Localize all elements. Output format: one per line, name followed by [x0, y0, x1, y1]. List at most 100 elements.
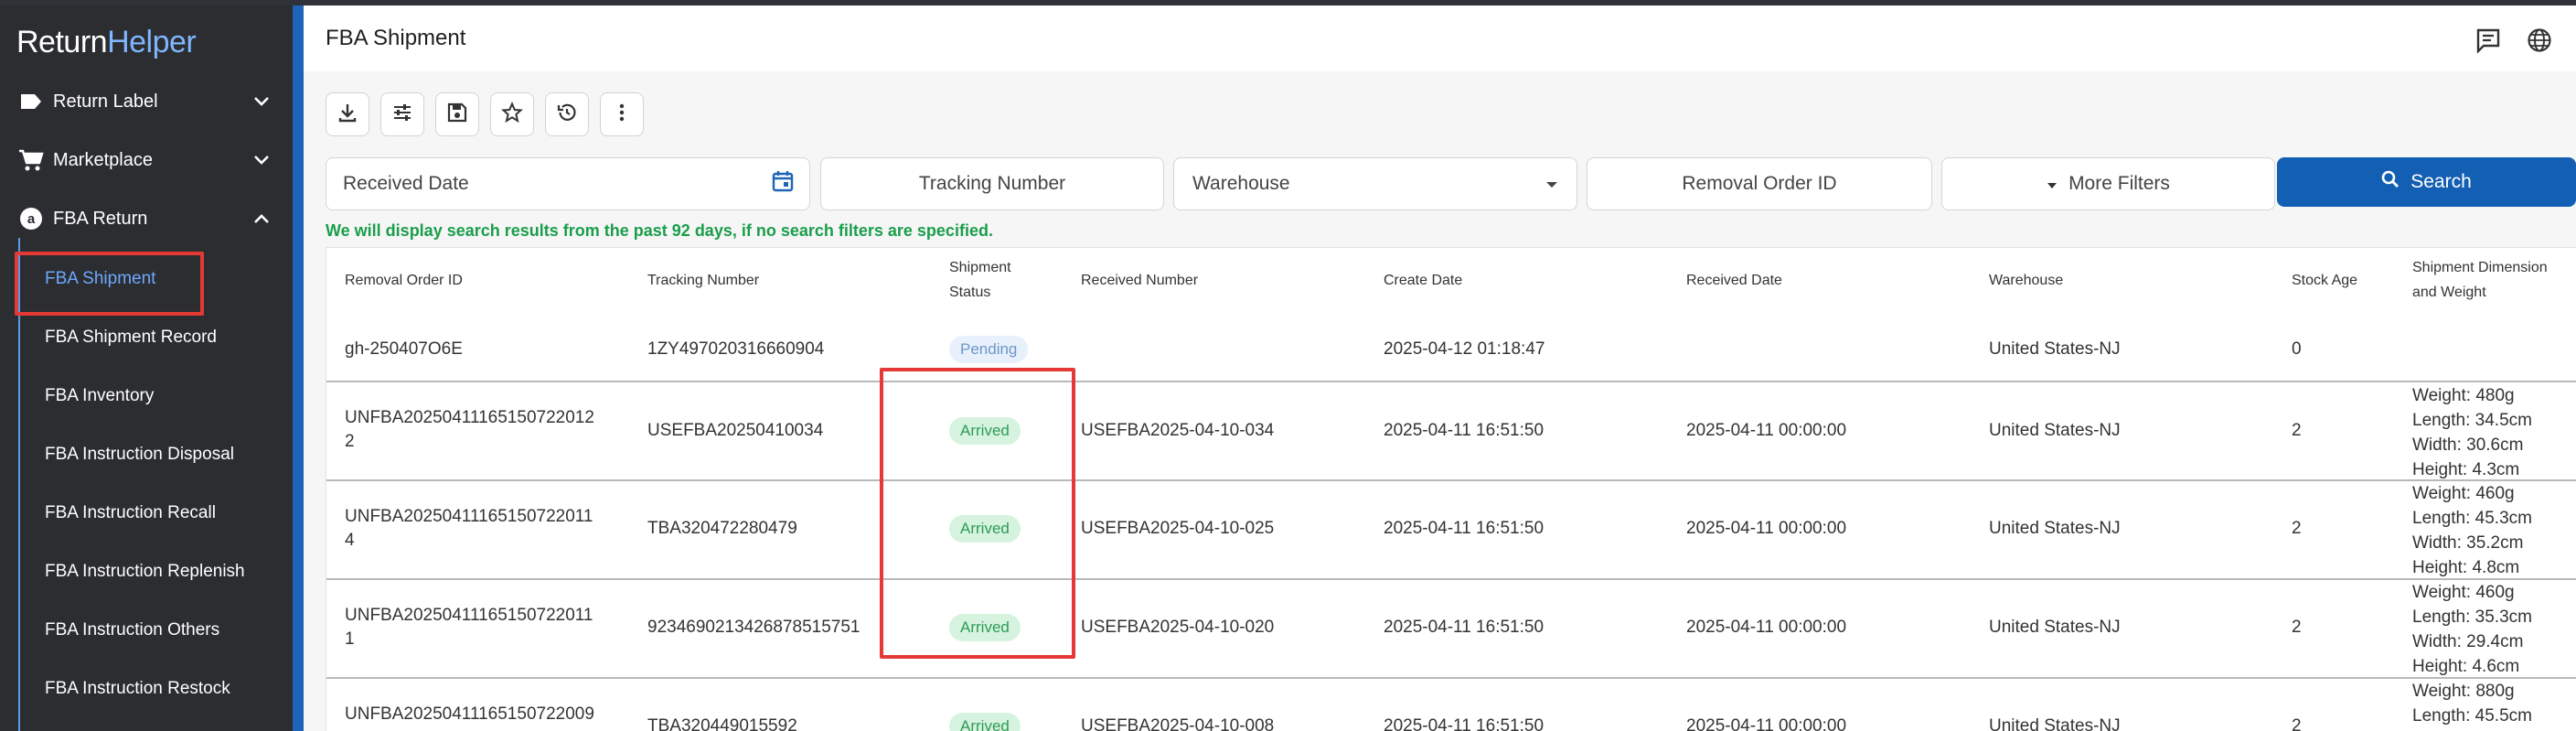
caret-down-icon — [1545, 173, 1558, 195]
sidebar-item-label: FBA Shipment Record — [45, 328, 217, 347]
cell-tracking-number[interactable]: 1ZY497020316660904 — [647, 338, 824, 361]
cell-removal-order-id[interactable]: UNFBA20250411165150722012 — [345, 406, 594, 430]
cell-removal-order-id-wrap: 2 — [345, 432, 355, 451]
sidebar-item-fba-instruction-restock[interactable]: FBA Instruction Restock — [0, 661, 293, 716]
cell-received-number: USEFBA2025-04-10-008 — [1081, 716, 1275, 731]
cell-removal-order-id[interactable]: UNFBA20250411165150722009 — [345, 703, 594, 726]
chevron-down-icon — [251, 96, 273, 107]
calendar-icon[interactable] — [771, 169, 795, 199]
cell-warehouse: United States-NJ — [1989, 716, 2121, 731]
more-actions-button[interactable] — [600, 92, 644, 136]
sidebar-scrollbar[interactable] — [293, 5, 304, 731]
column-header-tracking-number[interactable]: Tracking Number — [647, 268, 759, 293]
column-header-received-date[interactable]: Received Date — [1686, 268, 1782, 293]
cell-received-date: 2025-04-11 00:00:00 — [1686, 618, 1847, 637]
cell-stock-age: 2 — [2292, 421, 2302, 440]
history-button[interactable] — [545, 92, 589, 136]
sidebar-item-fba-instruction-replenish[interactable]: FBA Instruction Replenish — [0, 544, 293, 599]
warehouse-select[interactable]: Warehouse — [1173, 157, 1577, 210]
cell-tracking-number[interactable]: 9234690213426878515751 — [647, 616, 860, 640]
more-filters-button[interactable]: More Filters — [1941, 157, 2275, 210]
save-view-button[interactable] — [435, 92, 479, 136]
sidebar-item-fba-shipment-record[interactable]: FBA Shipment Record — [0, 310, 293, 365]
sidebar-item-fba-instruction-disposal[interactable]: FBA Instruction Disposal — [0, 427, 293, 482]
column-settings-button[interactable] — [380, 92, 424, 136]
save-icon — [446, 102, 468, 128]
menu-marketplace[interactable]: Marketplace — [0, 132, 293, 188]
row-divider — [326, 677, 2576, 679]
received-date-placeholder: Received Date — [343, 173, 469, 194]
tracking-number-filter[interactable]: Tracking Number — [820, 157, 1164, 210]
sidebar-item-fba-inventory[interactable]: FBA Inventory — [0, 369, 293, 424]
warehouse-placeholder: Warehouse — [1192, 173, 1290, 194]
caret-down-icon — [2047, 173, 2058, 195]
sidebar-item-fba-instruction-others[interactable]: FBA Instruction Others — [0, 603, 293, 658]
received-date-field[interactable]: Received Date — [326, 157, 810, 210]
column-header-received-number[interactable]: Received Number — [1081, 268, 1198, 293]
sidebar-item-label: FBA Instruction Disposal — [45, 445, 234, 464]
column-header-create-date[interactable]: Create Date — [1384, 268, 1462, 293]
logo[interactable]: ReturnHelper — [16, 22, 197, 62]
sidebar-item-fba-instruction-recall[interactable]: FBA Instruction Recall — [0, 486, 293, 541]
cell-removal-order-id-wrap: 4 — [345, 531, 355, 550]
cell-dimensions: Weight: 460g Length: 35.3cm Width: 29.4c… — [2412, 580, 2532, 679]
cell-dimensions: Weight: 480g Length: 34.5cm Width: 30.6c… — [2412, 383, 2532, 482]
menu-label: Marketplace — [53, 149, 153, 170]
star-icon — [501, 101, 523, 128]
cell-removal-order-id[interactable]: UNFBA20250411165150722011 — [345, 505, 593, 529]
message-icon[interactable] — [2474, 26, 2503, 55]
favorite-button[interactable] — [490, 92, 534, 136]
menu-return-label[interactable]: Return Label — [0, 73, 293, 130]
status-badge: Arrived — [949, 713, 1021, 731]
search-label: Search — [2410, 171, 2472, 192]
cell-received-date: 2025-04-11 00:00:00 — [1686, 716, 1847, 731]
download-button[interactable] — [326, 92, 369, 136]
cell-removal-order-id[interactable]: gh-250407O6E — [345, 338, 463, 361]
cell-removal-order-id[interactable]: UNFBA20250411165150722011 — [345, 604, 593, 628]
toolbar — [326, 92, 644, 136]
dimension-line: Height: 4.3cm — [2412, 460, 2520, 479]
page-title: FBA Shipment — [326, 26, 466, 50]
tracking-number-label: Tracking Number — [918, 173, 1066, 194]
menu-label: FBA Return — [53, 208, 148, 229]
search-button[interactable]: Search — [2277, 157, 2576, 207]
history-icon — [556, 102, 578, 128]
amazon-icon: a — [15, 207, 48, 231]
column-header-line: and Weight — [2412, 285, 2486, 300]
cell-create-date: 2025-04-11 16:51:50 — [1384, 716, 1545, 731]
removal-order-id-filter[interactable]: Removal Order ID — [1587, 157, 1932, 210]
cell-warehouse: United States-NJ — [1989, 339, 2121, 359]
menu-fba-return[interactable]: a FBA Return — [0, 190, 293, 247]
dimension-line: Weight: 460g — [2412, 583, 2515, 602]
window-top-bar — [0, 0, 2576, 5]
dimension-line: Length: 45.3cm — [2412, 509, 2532, 528]
column-header-shipment-status[interactable]: Shipment Status — [949, 255, 1011, 305]
globe-icon[interactable] — [2525, 26, 2554, 55]
dimension-line: Height: 4.6cm — [2412, 657, 2520, 676]
cell-warehouse: United States-NJ — [1989, 519, 2121, 538]
sidebar-item-label: FBA Instruction Others — [45, 620, 220, 640]
sidebar-item-label: FBA Instruction Restock — [45, 679, 230, 698]
column-header-line: Status — [949, 285, 991, 300]
shipment-table: Removal Order ID Tracking Number Shipmen… — [326, 247, 2576, 731]
row-divider — [326, 578, 2576, 580]
cell-create-date: 2025-04-11 16:51:50 — [1384, 421, 1545, 440]
cell-tracking-number[interactable]: TBA320472280479 — [647, 517, 797, 541]
search-hint: We will display search results from the … — [326, 221, 993, 240]
column-header-dimension[interactable]: Shipment Dimension and Weight — [2412, 255, 2548, 305]
column-header-line: Shipment Dimension — [2412, 260, 2548, 275]
column-header-removal-order-id[interactable]: Removal Order ID — [345, 268, 463, 293]
tune-icon — [391, 102, 413, 128]
sidebar-item-label: FBA Instruction Replenish — [45, 562, 245, 581]
svg-text:a: a — [27, 211, 36, 227]
cell-tracking-number[interactable]: USEFBA20250410034 — [647, 419, 823, 443]
dimension-line: Length: 34.5cm — [2412, 411, 2532, 430]
column-header-stock-age[interactable]: Stock Age — [2292, 268, 2357, 293]
dimension-line: Weight: 460g — [2412, 484, 2515, 503]
cell-received-number: USEFBA2025-04-10-020 — [1081, 618, 1275, 637]
menu-label: Return Label — [53, 91, 158, 112]
column-header-warehouse[interactable]: Warehouse — [1989, 268, 2063, 293]
chevron-up-icon — [251, 213, 273, 224]
cell-create-date: 2025-04-11 16:51:50 — [1384, 618, 1545, 637]
cell-tracking-number[interactable]: TBA320449015592 — [647, 715, 797, 731]
